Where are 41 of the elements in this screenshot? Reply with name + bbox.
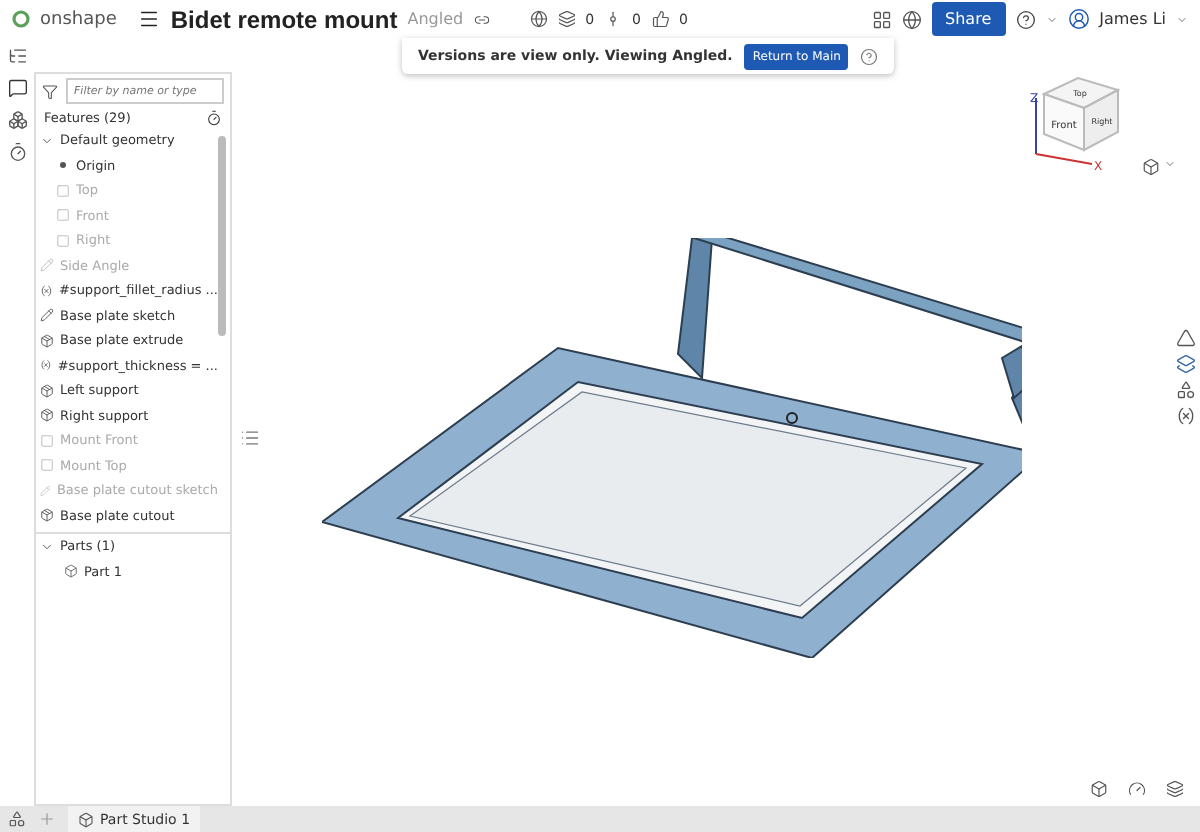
menu-icon[interactable] [138, 8, 161, 30]
variable-icon [40, 358, 52, 373]
box-icon [40, 333, 54, 348]
user-name[interactable]: James Li [1099, 10, 1166, 28]
view-mode-icon[interactable] [1142, 158, 1160, 176]
timer-icon[interactable] [206, 110, 222, 126]
help-icon[interactable] [860, 47, 879, 65]
logo-icon [12, 10, 30, 28]
link-icon[interactable] [473, 11, 490, 27]
chevron-icon[interactable] [40, 539, 54, 554]
document-title: Bidet remote mount [170, 5, 398, 33]
pencil-icon [40, 258, 54, 273]
version-label: Angled [407, 10, 464, 28]
chevron-icon[interactable] [40, 133, 54, 148]
box-icon [40, 508, 54, 523]
avatar-icon[interactable] [1067, 8, 1090, 30]
filter-icon[interactable] [42, 83, 58, 99]
comment-icon[interactable] [7, 78, 27, 98]
list-toggle-icon[interactable] [240, 428, 260, 448]
scrollbar[interactable] [218, 136, 226, 336]
globe-icon[interactable] [529, 10, 548, 28]
thumbs-up-icon[interactable] [651, 10, 669, 28]
parts-icon[interactable] [7, 110, 27, 130]
feature-list-icon[interactable] [7, 46, 27, 66]
box-icon [40, 383, 54, 398]
help-icon[interactable] [1015, 9, 1036, 29]
box-icon [40, 408, 54, 423]
timer-icon[interactable] [7, 142, 27, 162]
pencil-icon [40, 483, 51, 498]
gauge-icon[interactable] [1128, 780, 1146, 798]
dot-icon [56, 158, 70, 173]
share-button[interactable]: Share [931, 2, 1006, 36]
apps-icon[interactable] [871, 9, 892, 29]
pencil-icon [40, 308, 54, 323]
globe-icon[interactable] [901, 9, 922, 29]
variables-icon[interactable] [1176, 406, 1196, 426]
variable-icon [40, 283, 53, 298]
logo-text: onshape [40, 9, 117, 29]
stack-icon[interactable] [1166, 780, 1184, 798]
part-icon [64, 564, 78, 579]
part-studio-icon [78, 811, 94, 827]
